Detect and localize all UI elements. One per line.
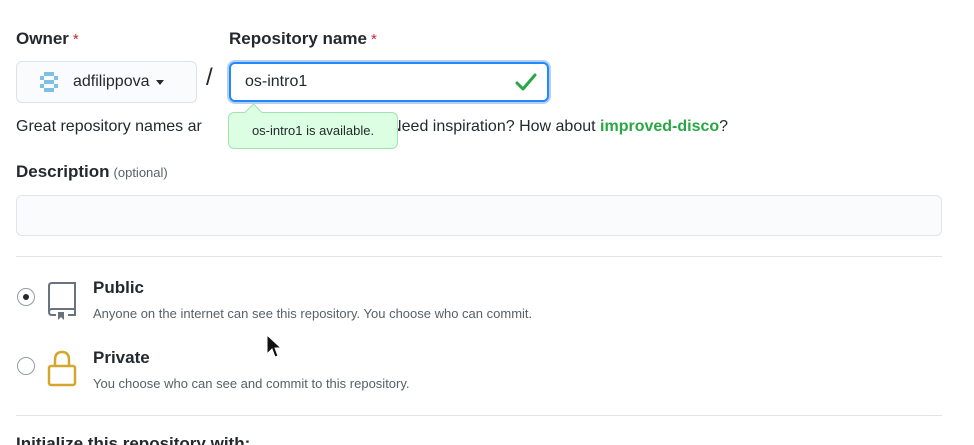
required-mark: * [72, 31, 79, 48]
suggestion-link[interactable]: improved-disco [600, 118, 719, 135]
description-label: Description (optional) [16, 162, 168, 182]
description-input[interactable] [16, 195, 942, 236]
divider [16, 256, 942, 257]
description-label-text: Description [16, 162, 110, 181]
availability-text: os-intro1 is available. [251, 123, 375, 138]
private-title: Private [93, 348, 150, 367]
private-radio[interactable] [17, 357, 35, 375]
owner-repo-separator: / [206, 64, 213, 91]
lock-icon [47, 350, 77, 387]
owner-select[interactable]: adfilippova [16, 61, 197, 103]
required-mark: * [370, 31, 377, 48]
owner-avatar [37, 70, 61, 94]
public-radio[interactable] [17, 288, 35, 306]
helper-end: ? [719, 118, 729, 135]
optional-tag: (optional) [113, 165, 168, 180]
owner-label-text: Owner [16, 29, 69, 48]
caret-down-icon [155, 79, 164, 85]
owner-label: Owner * [16, 29, 79, 49]
divider [16, 415, 942, 416]
private-description: You choose who can see and commit to thi… [93, 376, 410, 391]
owner-name: adfilippova [73, 73, 150, 90]
helper-prefix: Great repository names ar [16, 118, 202, 135]
repo-name-label: Repository name * [229, 29, 377, 49]
check-icon [515, 73, 537, 91]
repo-icon [47, 282, 76, 320]
public-title: Public [93, 278, 145, 297]
initialize-heading: Initialize this repository with: [16, 434, 251, 445]
repo-name-value: os-intro1 [245, 73, 308, 90]
repo-name-label-text: Repository name [229, 29, 367, 48]
public-description: Anyone on the internet can see this repo… [93, 306, 533, 321]
repo-name-input[interactable]: os-intro1 [229, 62, 549, 102]
availability-tooltip: os-intro1 is available. [228, 112, 398, 149]
mouse-cursor-icon [266, 334, 282, 358]
